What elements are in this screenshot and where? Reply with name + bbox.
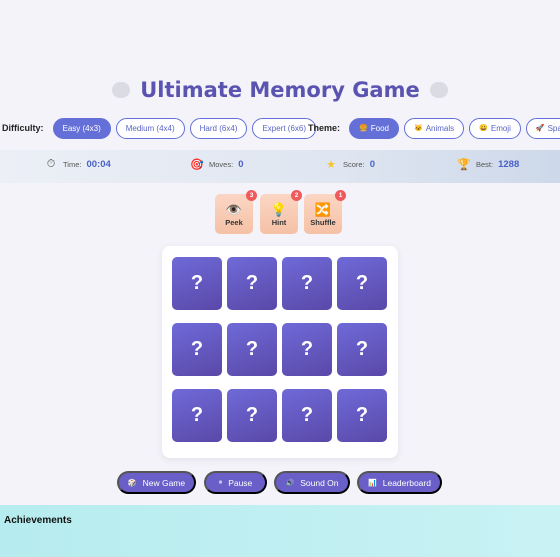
speaker-icon: 🔊 [285, 479, 295, 487]
shuffle-powerup-button[interactable]: 🔀 Shuffle 1 [304, 190, 346, 234]
shuffle-count-badge: 1 [335, 190, 346, 201]
peek-count-badge: 3 [246, 190, 257, 201]
theme-emoji-button[interactable]: 😀 Emoji [469, 117, 521, 139]
pause-button[interactable]: ⏸ Pause [204, 471, 267, 494]
memory-card[interactable]: ? [282, 389, 332, 442]
pause-icon: ⏸ [218, 478, 223, 486]
gamepad-icon [429, 82, 448, 98]
theme-space-label: Space [547, 123, 560, 133]
peek-label: Peek [225, 217, 243, 227]
shuffle-label: Shuffle [310, 217, 336, 227]
chart-icon: 📊 [368, 479, 377, 487]
difficulty-expert-button[interactable]: Expert (6x6) [252, 117, 317, 139]
best-label: Best: [476, 160, 494, 169]
difficulty-easy-button[interactable]: Easy (4x3) [52, 117, 111, 139]
memory-card[interactable]: ? [227, 389, 277, 442]
time-label: Time: [63, 160, 82, 169]
moves-stat: 🎯 Moves: 0 [190, 158, 243, 171]
hint-powerup-button[interactable]: 💡 Hint 2 [260, 190, 302, 234]
moves-value: 0 [238, 159, 244, 170]
stats-bar: ⏱ Time: 00:04 🎯 Moves: 0 ★ Score: 0 🏆 Be… [0, 150, 560, 183]
memory-card[interactable]: ? [282, 323, 332, 376]
leaderboard-button[interactable]: 📊 Leaderboard [357, 471, 442, 494]
memory-card[interactable]: ? [172, 257, 222, 310]
memory-card[interactable]: ? [227, 323, 277, 376]
difficulty-medium-button[interactable]: Medium (4x4) [115, 117, 185, 139]
dice-icon: 🎲 [127, 479, 137, 487]
hint-label: Hint [271, 217, 287, 227]
smiley-icon: 😀 [479, 125, 488, 132]
sound-label: Sound On [300, 477, 339, 488]
score-stat: ★ Score: 0 [324, 158, 375, 171]
theme-food-label: Food [370, 123, 389, 133]
memory-card[interactable]: ? [227, 257, 277, 310]
theme-food-button[interactable]: 🍔 Food [349, 117, 399, 139]
title-row: Ultimate Memory Game [0, 70, 560, 110]
lightbulb-icon: 💡 [270, 201, 288, 217]
game-board: ? ? ? ? ? ? ? ? ? ? ? ? [162, 246, 398, 458]
memory-card[interactable]: ? [172, 389, 222, 442]
eye-icon: 👁️ [225, 201, 243, 217]
theme-animals-label: Animals [425, 123, 455, 133]
moves-label: Moves: [209, 160, 234, 169]
cat-icon: 🐱 [413, 125, 423, 132]
memory-card[interactable]: ? [282, 257, 332, 310]
sound-toggle-button[interactable]: 🔊 Sound On [274, 471, 350, 494]
theme-space-button[interactable]: 🚀 Space [525, 117, 560, 139]
leaderboard-label: Leaderboard [382, 477, 431, 488]
new-game-label: New Game [142, 477, 186, 488]
hint-count-badge: 2 [291, 190, 302, 201]
memory-card[interactable]: ? [337, 257, 387, 310]
theme-animals-button[interactable]: 🐱 Animals [403, 117, 465, 139]
difficulty-label: Difficulty: [2, 123, 44, 133]
game-title: Ultimate Memory Game [140, 78, 420, 102]
rocket-icon: 🚀 [535, 125, 545, 132]
score-label: Score: [343, 160, 365, 169]
score-value: 0 [369, 159, 375, 170]
peek-powerup-button[interactable]: 👁️ Peek 3 [215, 190, 257, 234]
achievements-panel: Achievements [0, 505, 560, 557]
pause-label: Pause [228, 477, 253, 488]
time-stat: ⏱ Time: 00:04 [44, 158, 111, 171]
achievements-title: Achievements [4, 515, 72, 526]
memory-card[interactable]: ? [337, 323, 387, 376]
target-icon: 🎯 [190, 159, 204, 171]
stopwatch-icon: ⏱ [46, 158, 56, 170]
burger-icon: 🍔 [359, 125, 368, 132]
difficulty-selector: Difficulty: Easy (4x3) Medium (4x4) Hard… [2, 117, 317, 139]
memory-card[interactable]: ? [172, 323, 222, 376]
best-value: 1288 [498, 159, 520, 170]
trophy-icon: 🏆 [457, 159, 471, 171]
time-value: 00:04 [86, 159, 111, 170]
theme-label: Theme: [308, 123, 341, 133]
memory-card[interactable]: ? [337, 389, 387, 442]
star-icon: ★ [326, 159, 336, 171]
best-stat: 🏆 Best: 1288 [457, 158, 519, 171]
shuffle-icon: 🔀 [314, 201, 332, 217]
theme-selector: Theme: 🍔 Food 🐱 Animals 😀 Emoji 🚀 Space [308, 117, 560, 139]
new-game-button[interactable]: 🎲 New Game [117, 471, 196, 494]
brain-icon [112, 82, 131, 98]
difficulty-hard-button[interactable]: Hard (6x4) [189, 117, 248, 139]
theme-emoji-label: Emoji [490, 123, 511, 133]
